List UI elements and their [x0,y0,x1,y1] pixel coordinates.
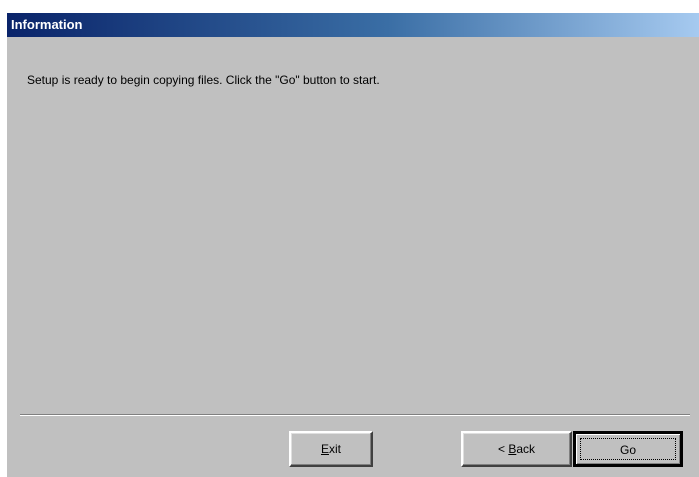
window-title: Information [11,17,83,32]
back-button[interactable]: < Back [461,431,572,467]
back-prefix: < [497,442,509,456]
setup-dialog: Information Setup is ready to begin copy… [7,13,699,477]
exit-button-label: Exit [321,442,341,456]
exit-button[interactable]: Exit [289,431,373,467]
back-rest: ack [516,442,536,456]
back-button-label: < Back [498,442,535,456]
exit-accelerator: E [320,442,329,456]
go-button-label: Go [619,443,636,457]
title-bar[interactable]: Information [7,13,699,37]
setup-message: Setup is ready to begin copying files. C… [27,73,380,87]
exit-rest: xit [329,442,341,456]
separator [20,414,690,416]
go-button[interactable]: Go [573,431,683,467]
